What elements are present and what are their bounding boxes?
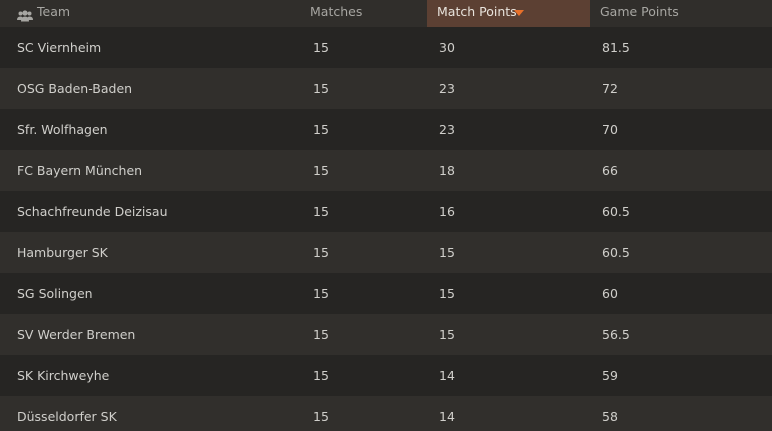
matches-cell: 15 xyxy=(313,204,329,219)
column-header-match-points[interactable]: Match Points xyxy=(427,0,590,27)
column-header-match-points-label: Match Points xyxy=(437,4,517,19)
table-header: Team Matches Match Points Game Points xyxy=(0,0,772,27)
column-header-team[interactable]: Team xyxy=(0,0,300,27)
match-points-cell: 15 xyxy=(439,327,455,342)
team-name-cell[interactable]: SG Solingen xyxy=(17,273,93,314)
matches-cell: 15 xyxy=(313,122,329,137)
table-row[interactable]: SV Werder Bremen 15 15 56.5 xyxy=(0,314,772,355)
matches-cell: 15 xyxy=(313,81,329,96)
team-name-cell[interactable]: OSG Baden-Baden xyxy=(17,68,132,109)
column-header-team-label: Team xyxy=(37,4,71,19)
team-name-cell[interactable]: Sfr. Wolfhagen xyxy=(17,109,108,150)
matches-cell: 15 xyxy=(313,286,329,301)
team-name-cell[interactable]: Düsseldorfer SK xyxy=(17,396,117,431)
column-header-game-points[interactable]: Game Points xyxy=(600,0,679,27)
sort-desc-arrow-icon xyxy=(514,10,524,16)
matches-cell: 15 xyxy=(313,245,329,260)
game-points-cell: 81.5 xyxy=(602,40,630,55)
table-row[interactable]: FC Bayern München 15 18 66 xyxy=(0,150,772,191)
matches-cell: 15 xyxy=(313,327,329,342)
match-points-cell: 18 xyxy=(439,163,455,178)
game-points-cell: 66 xyxy=(602,163,618,178)
table-row[interactable]: SC Viernheim 15 30 81.5 xyxy=(0,27,772,68)
game-points-cell: 59 xyxy=(602,368,618,383)
team-name-cell[interactable]: Hamburger SK xyxy=(17,232,108,273)
matches-cell: 15 xyxy=(313,368,329,383)
team-name-cell[interactable]: SK Kirchweyhe xyxy=(17,355,109,396)
match-points-cell: 15 xyxy=(439,286,455,301)
match-points-cell: 14 xyxy=(439,368,455,383)
table-body: SC Viernheim 15 30 81.5 OSG Baden-Baden 15 23 7… xyxy=(0,27,772,431)
match-points-cell: 30 xyxy=(439,40,455,55)
users-icon xyxy=(17,6,33,22)
standings-table: Team Matches Match Points Game Points SC… xyxy=(0,0,772,431)
matches-cell: 15 xyxy=(313,409,329,424)
match-points-cell: 23 xyxy=(439,81,455,96)
table-row[interactable]: OSG Baden-Baden 15 23 72 xyxy=(0,68,772,109)
game-points-cell: 60.5 xyxy=(602,245,630,260)
table-row[interactable]: Düsseldorfer SK 15 14 58 xyxy=(0,396,772,431)
table-row[interactable]: SG Solingen 15 15 60 xyxy=(0,273,772,314)
match-points-cell: 15 xyxy=(439,245,455,260)
game-points-cell: 72 xyxy=(602,81,618,96)
table-row[interactable]: Sfr. Wolfhagen 15 23 70 xyxy=(0,109,772,150)
table-row[interactable]: SK Kirchweyhe 15 14 59 xyxy=(0,355,772,396)
team-name-cell[interactable]: SC Viernheim xyxy=(17,27,101,68)
matches-cell: 15 xyxy=(313,40,329,55)
game-points-cell: 58 xyxy=(602,409,618,424)
table-row[interactable]: Schachfreunde Deizisau 15 16 60.5 xyxy=(0,191,772,232)
column-header-matches[interactable]: Matches xyxy=(310,0,362,27)
game-points-cell: 60.5 xyxy=(602,204,630,219)
match-points-cell: 14 xyxy=(439,409,455,424)
team-name-cell[interactable]: FC Bayern München xyxy=(17,150,142,191)
match-points-cell: 16 xyxy=(439,204,455,219)
team-name-cell[interactable]: Schachfreunde Deizisau xyxy=(17,191,168,232)
table-row[interactable]: Hamburger SK 15 15 60.5 xyxy=(0,232,772,273)
matches-cell: 15 xyxy=(313,163,329,178)
team-name-cell[interactable]: SV Werder Bremen xyxy=(17,314,135,355)
game-points-cell: 70 xyxy=(602,122,618,137)
match-points-cell: 23 xyxy=(439,122,455,137)
game-points-cell: 60 xyxy=(602,286,618,301)
game-points-cell: 56.5 xyxy=(602,327,630,342)
